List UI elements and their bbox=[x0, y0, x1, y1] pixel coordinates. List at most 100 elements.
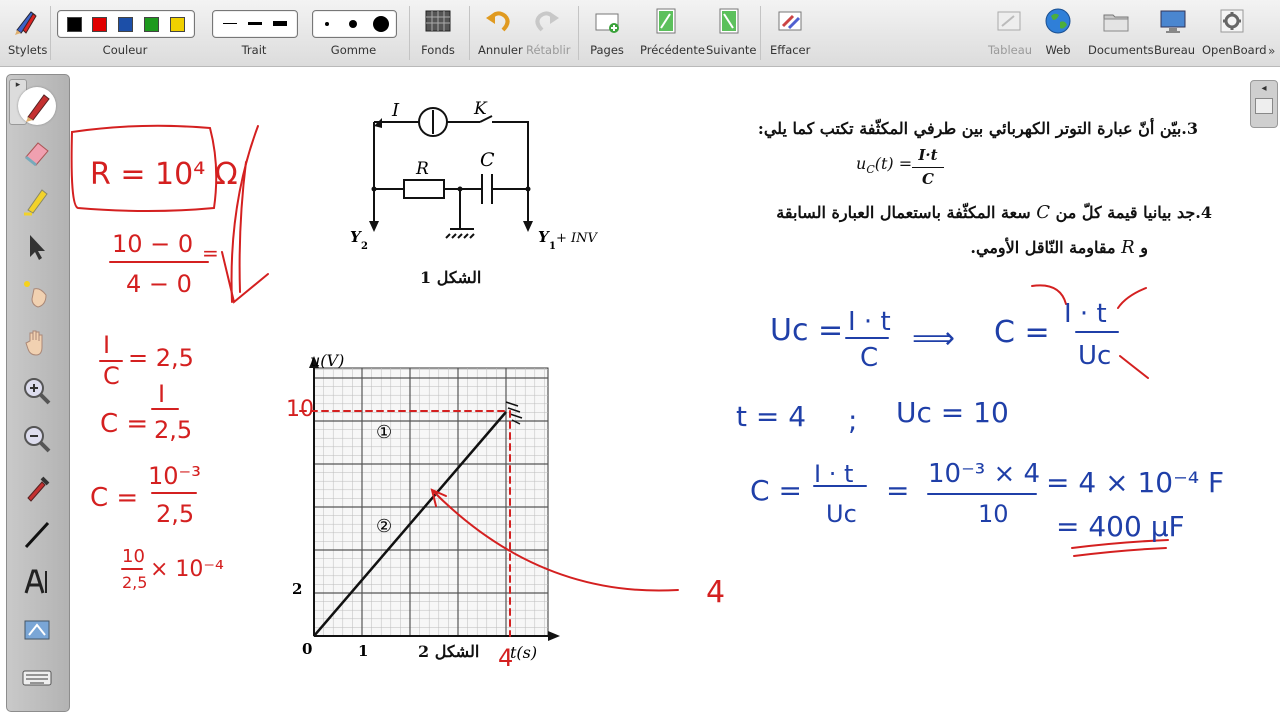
suivante-label: Suivante bbox=[706, 43, 757, 57]
openboard-button[interactable]: OpenBoard bbox=[1202, 6, 1267, 57]
color-red-swatch[interactable] bbox=[92, 17, 107, 32]
label-current-i: I bbox=[391, 100, 400, 121]
tool-dock: ▸ bbox=[6, 74, 70, 712]
pages-button[interactable]: Pages bbox=[587, 6, 627, 57]
red-frac-eq: = bbox=[202, 241, 219, 265]
node-right bbox=[525, 186, 531, 192]
y2-arrow-icon bbox=[369, 221, 379, 232]
board-canvas[interactable]: 3.بيّن أنّ عبارة التوتر الكهربائي بين طر… bbox=[70, 66, 1280, 720]
annuler-label: Annuler bbox=[478, 43, 523, 57]
blue-uc-3: Uc bbox=[826, 500, 857, 528]
blue-t4: t = 4 bbox=[736, 400, 806, 433]
line-thin-option[interactable] bbox=[223, 23, 237, 24]
selector-tool[interactable] bbox=[18, 227, 56, 265]
color-palette[interactable] bbox=[57, 10, 195, 38]
curve-label-2: ② bbox=[376, 516, 392, 537]
hand-tool[interactable] bbox=[18, 323, 56, 361]
blue-eq: = bbox=[886, 474, 909, 507]
color-green-swatch[interactable] bbox=[144, 17, 159, 32]
line-icon bbox=[24, 521, 50, 549]
red-right-4: 4 bbox=[706, 575, 725, 610]
stylets-button[interactable]: Stylets bbox=[8, 6, 47, 57]
fonds-button[interactable]: Fonds bbox=[418, 6, 458, 57]
add-page-icon bbox=[595, 13, 619, 33]
zoom-out-tool[interactable] bbox=[18, 420, 56, 458]
red-long-arrow-1 bbox=[230, 125, 259, 303]
separator bbox=[409, 6, 410, 60]
pen-tool[interactable] bbox=[18, 87, 56, 125]
web-button[interactable]: Web bbox=[1040, 6, 1076, 57]
next-page-button[interactable]: Suivante bbox=[706, 6, 757, 57]
red-25c: 2,5 bbox=[122, 573, 147, 592]
effacer-button[interactable]: Effacer bbox=[770, 6, 810, 57]
tableau-button[interactable]: Tableau bbox=[988, 6, 1032, 57]
eraser-tool[interactable] bbox=[18, 133, 56, 171]
globe-icon bbox=[1045, 8, 1071, 34]
text-tool[interactable] bbox=[18, 563, 56, 601]
blue-it-2: I · t bbox=[1064, 299, 1107, 329]
red-arrow-head-1 bbox=[221, 251, 269, 304]
red-c-eq: C = bbox=[100, 409, 148, 439]
line-thick-option[interactable] bbox=[273, 21, 287, 26]
laser-pointer-tool[interactable] bbox=[18, 275, 56, 313]
eraser-medium-option[interactable] bbox=[349, 20, 357, 28]
clear-page-icon bbox=[778, 11, 802, 31]
previous-page-button[interactable]: Précédente bbox=[640, 6, 705, 57]
label-inv: + INV bbox=[556, 231, 599, 246]
blue-result-1: = 4 × 10⁻⁴ F bbox=[1046, 466, 1224, 499]
undo-button[interactable]: Annuler bbox=[478, 6, 523, 57]
undo-icon bbox=[486, 11, 510, 32]
marker-tool[interactable] bbox=[18, 180, 56, 218]
red-10: 10 bbox=[122, 546, 145, 567]
hand-icon bbox=[25, 330, 43, 356]
line-width-palette[interactable] bbox=[212, 10, 298, 38]
couleur-label: Couleur bbox=[102, 43, 148, 57]
stylets-label: Stylets bbox=[8, 43, 48, 57]
separator bbox=[50, 6, 51, 60]
next-page-icon bbox=[719, 8, 739, 34]
bureau-button[interactable]: Bureau bbox=[1154, 6, 1195, 57]
figure-1-caption: الشكل 1 bbox=[420, 268, 482, 287]
color-picker-tool[interactable] bbox=[18, 468, 56, 506]
capture-tool[interactable] bbox=[18, 611, 56, 649]
previous-page-icon bbox=[656, 8, 676, 34]
precedente-label: Précédente bbox=[640, 43, 705, 57]
node-left bbox=[371, 186, 377, 192]
zoom-in-tool[interactable] bbox=[18, 372, 56, 410]
color-black-swatch[interactable] bbox=[67, 17, 82, 32]
red-i: I bbox=[158, 380, 165, 408]
ground-symbol bbox=[445, 228, 475, 239]
stylets-icon bbox=[15, 11, 37, 35]
documents-button[interactable]: Documents bbox=[1088, 6, 1154, 57]
redo-button[interactable]: Rétablir bbox=[526, 6, 571, 57]
red-arrow-to-i bbox=[1031, 284, 1067, 305]
capacitor-symbol bbox=[481, 174, 493, 204]
red-graph-10: 10 bbox=[286, 397, 314, 422]
line-medium-option[interactable] bbox=[248, 22, 262, 25]
graph-origin: 0 bbox=[302, 640, 312, 658]
capture-icon bbox=[24, 620, 50, 640]
gomme-label: Gomme bbox=[330, 43, 377, 57]
red-arrow-to-uc bbox=[1119, 355, 1149, 379]
red-i-over-c-den: C bbox=[103, 362, 120, 390]
separator bbox=[760, 6, 761, 60]
bureau-label: Bureau bbox=[1154, 43, 1196, 57]
eraser-size-palette[interactable] bbox=[312, 10, 397, 38]
node-ground bbox=[457, 186, 463, 192]
red-eq-25: = 2,5 bbox=[128, 344, 194, 372]
marker-icon bbox=[24, 189, 48, 216]
red-arrow-to-t bbox=[1117, 287, 1147, 309]
color-yellow-swatch[interactable] bbox=[170, 17, 185, 32]
color-blue-swatch[interactable] bbox=[118, 17, 133, 32]
eraser-small-option[interactable] bbox=[325, 22, 329, 26]
blue-semicolon: ; bbox=[848, 404, 857, 437]
line-tool[interactable] bbox=[18, 515, 56, 553]
blue-uc10: Uc = 10 bbox=[896, 396, 1009, 429]
selector-icon bbox=[30, 235, 45, 260]
toolbar-expand-icon[interactable]: » bbox=[1268, 44, 1275, 58]
color-picker-icon bbox=[27, 476, 50, 502]
graph-x-label: t(s) bbox=[510, 643, 537, 662]
red-i-over-c-num: I bbox=[103, 331, 110, 359]
eraser-large-option[interactable] bbox=[373, 16, 389, 32]
keyboard-tool[interactable] bbox=[18, 659, 56, 697]
